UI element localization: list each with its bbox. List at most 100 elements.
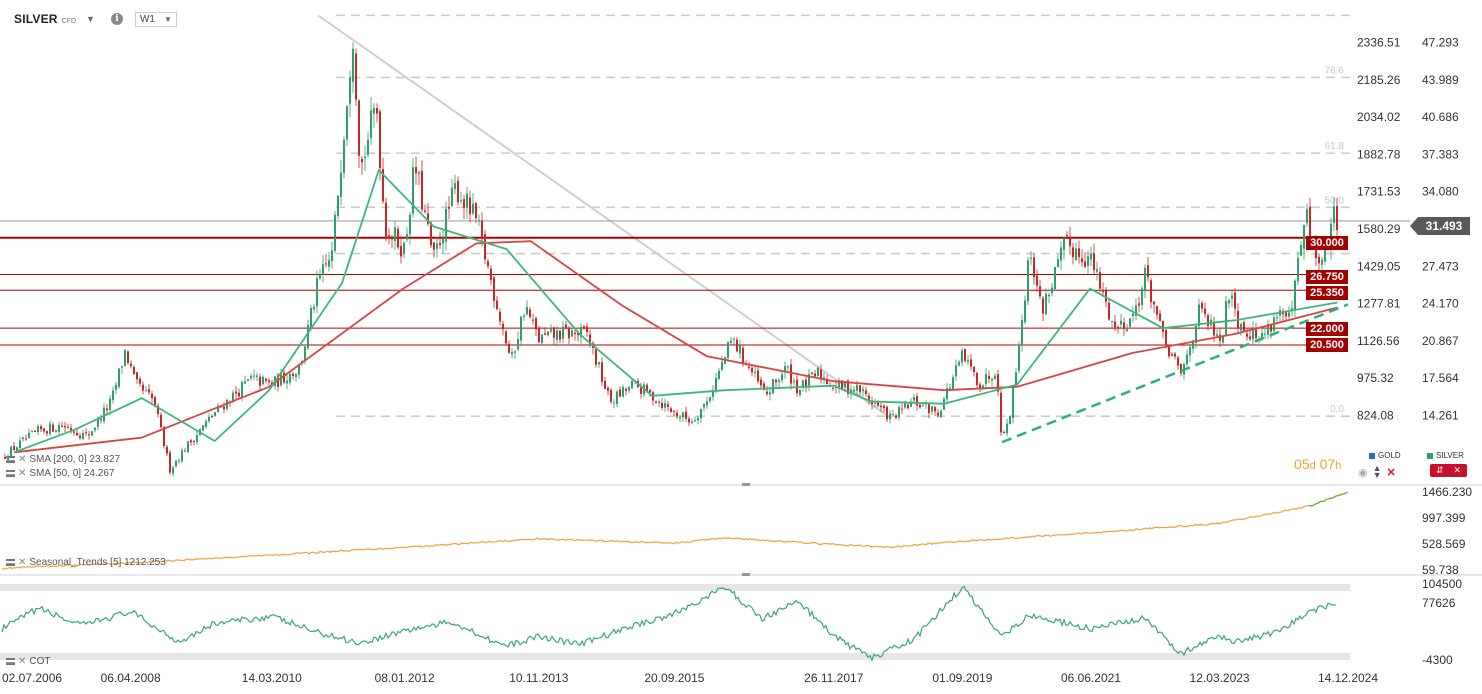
x-axis-date-label: 14.03.2010 — [242, 671, 302, 685]
sort-arrows-icon[interactable]: ⇵ — [1436, 465, 1444, 476]
settings-lines-icon[interactable] — [6, 470, 15, 477]
candle-body — [994, 375, 996, 380]
candle-body — [1186, 354, 1188, 365]
close-icon[interactable]: ✕ — [1454, 465, 1462, 476]
candle-body — [532, 319, 534, 321]
gold-color-square — [1369, 452, 1375, 459]
candle-body — [337, 195, 339, 217]
candle-body — [937, 412, 939, 416]
level-label-20500[interactable]: 20.500 — [1306, 338, 1348, 352]
candle-body — [778, 380, 780, 383]
remove-icon[interactable]: ✕ — [18, 454, 26, 465]
candle-body — [19, 440, 21, 449]
eye-icon[interactable]: ◉ — [1358, 466, 1368, 479]
candle-body — [676, 412, 678, 417]
level-label-25350[interactable]: 25.350 — [1306, 286, 1348, 300]
timeframe-select[interactable]: W1 ▼ — [134, 11, 177, 27]
candle-body — [394, 227, 396, 242]
candle-body — [610, 389, 612, 402]
candle-body — [67, 426, 69, 428]
candle-body — [187, 441, 189, 453]
panel-resize-handle[interactable] — [742, 483, 750, 486]
silver-chart-canvas[interactable]: 78.661.850.038.20.047.29343.98940.68637.… — [0, 0, 1482, 694]
symbol-dropdown-icon[interactable]: ▼ — [86, 14, 95, 24]
candle-body — [430, 222, 432, 246]
candle-body — [373, 107, 375, 114]
candle-body — [1294, 280, 1296, 311]
settings-lines-icon[interactable] — [6, 658, 15, 665]
chart-toolbar: SILVER CFD ▼ i W1 ▼ — [14, 9, 177, 29]
sort-arrows-icon[interactable]: ▲ ▼ — [1373, 464, 1382, 480]
candle-body — [190, 440, 192, 443]
remove-icon[interactable]: ✕ — [18, 557, 26, 568]
compare-silver[interactable]: SILVER — [1427, 451, 1464, 460]
sma200-line — [14, 240, 1338, 454]
candle-body — [799, 389, 801, 395]
ascending-trendline[interactable] — [1001, 303, 1349, 444]
candle-body — [313, 306, 315, 310]
candle-body — [397, 228, 399, 248]
candle-body — [526, 307, 528, 315]
candle-body — [235, 391, 237, 394]
candle-body — [376, 108, 378, 114]
candle-body — [493, 277, 495, 301]
gold-axis-tick-label: 1126.56 — [1357, 334, 1400, 348]
candle-body — [781, 374, 783, 381]
level-label-26750[interactable]: 26.750 — [1306, 270, 1348, 284]
level-label-30000[interactable]: 30.000 — [1306, 236, 1348, 250]
gold-axis-tick-label: 975.32 — [1357, 371, 1394, 385]
x-axis-date-label: 26.11.2017 — [804, 671, 863, 685]
candle-body — [562, 326, 564, 339]
symbol-name[interactable]: SILVER — [14, 12, 58, 26]
candle-body — [1015, 372, 1017, 385]
candles — [4, 42, 1338, 477]
candle-body — [1216, 334, 1218, 336]
candle-body — [880, 405, 882, 408]
countdown-hours: 07 — [1319, 456, 1336, 472]
countdown-days: 05 — [1294, 456, 1310, 472]
candle-body — [691, 421, 693, 423]
candle-body — [328, 260, 330, 267]
settings-lines-icon[interactable] — [6, 559, 15, 566]
candle-body — [967, 360, 969, 363]
right-axis-tick-label: 37.383 — [1422, 147, 1459, 161]
candle-body — [1057, 259, 1059, 267]
candle-body — [655, 401, 657, 403]
candle-body — [514, 351, 516, 353]
candle-body — [703, 403, 705, 408]
candle-body — [718, 370, 720, 379]
compare-gold[interactable]: GOLD — [1369, 451, 1401, 460]
fibonacci-levels — [336, 14, 1350, 417]
candle-body — [109, 398, 111, 411]
remove-icon[interactable]: ✕ — [18, 468, 26, 479]
candle-body — [205, 421, 207, 427]
candle-body — [322, 264, 324, 275]
candle-body — [694, 420, 696, 422]
info-icon[interactable]: i — [110, 13, 123, 25]
level-label-22000[interactable]: 22.000 — [1306, 322, 1348, 336]
candle-body — [1051, 287, 1053, 294]
candle-body — [1084, 261, 1086, 267]
candle-body — [25, 438, 27, 440]
sma50-legend: ✕ SMA [50, 0] 24.267 — [6, 468, 114, 479]
candle-body — [298, 365, 300, 375]
candle-body — [439, 242, 441, 246]
close-icon[interactable]: ✕ — [1387, 466, 1396, 479]
panel-resize-handle[interactable] — [742, 573, 750, 576]
candle-body — [991, 378, 993, 381]
remove-icon[interactable]: ✕ — [18, 656, 26, 667]
candle-body — [61, 425, 63, 427]
candle-body — [1066, 235, 1068, 237]
candle-body — [856, 384, 858, 391]
candle-body — [895, 415, 897, 418]
candle-body — [1162, 321, 1164, 332]
descending-trendline[interactable] — [317, 14, 891, 419]
settings-lines-icon[interactable] — [6, 456, 15, 463]
silver-controls[interactable]: ⇵ ✕ — [1430, 464, 1467, 477]
right-axis-tick-label: 34.080 — [1422, 185, 1459, 199]
x-axis-date-label: 01.09.2019 — [932, 671, 992, 685]
x-axis-date-label: 02.07.2006 — [2, 671, 62, 685]
candle-body — [391, 238, 393, 240]
candle-body — [286, 380, 288, 384]
candle-body — [931, 406, 933, 412]
